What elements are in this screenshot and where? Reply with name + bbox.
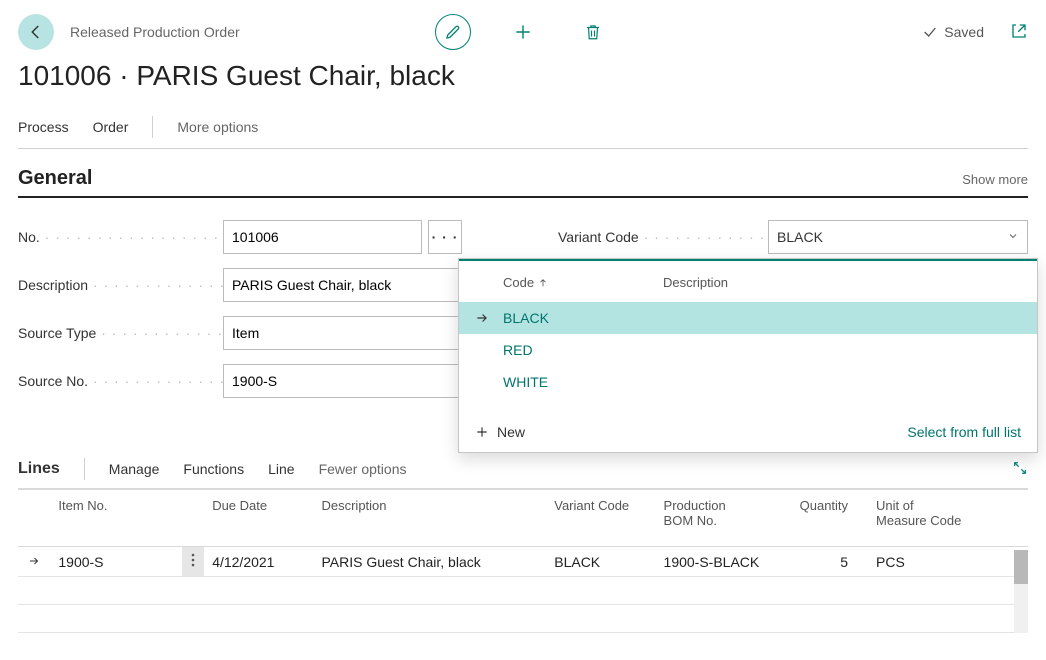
dropdown-option-code: WHITE xyxy=(503,374,663,390)
top-bar: Released Production Order Saved xyxy=(18,8,1028,56)
menu-separator xyxy=(152,116,153,138)
lookup-no-button[interactable]: · · · xyxy=(428,220,462,254)
save-status: Saved xyxy=(922,24,984,40)
arrow-left-icon xyxy=(27,23,45,41)
back-button[interactable] xyxy=(18,14,54,50)
page-type-label: Released Production Order xyxy=(70,24,240,40)
lines-title: Lines xyxy=(18,460,60,478)
save-status-text: Saved xyxy=(944,24,984,40)
cell-quantity[interactable]: 5 xyxy=(787,547,868,577)
dropdown-option-code: BLACK xyxy=(503,310,663,326)
expand-icon xyxy=(1012,460,1028,476)
show-more-link[interactable]: Show more xyxy=(962,172,1028,187)
plus-icon xyxy=(513,22,533,42)
general-section-header: General Show more xyxy=(18,167,1028,198)
cell-item-no[interactable]: 1900-S xyxy=(50,547,182,577)
col-variant-code[interactable]: Variant Code xyxy=(546,490,655,547)
dropdown-header-description[interactable]: Description xyxy=(663,275,728,290)
scrollbar-thumb[interactable] xyxy=(1014,550,1028,584)
table-row[interactable] xyxy=(18,605,1028,633)
edit-button[interactable] xyxy=(435,14,471,50)
cell-uom[interactable]: PCS xyxy=(868,547,1010,577)
lines-toolbar: Lines Manage Functions Line Fewer option… xyxy=(18,450,1028,489)
input-source-type[interactable] xyxy=(223,316,483,350)
dropdown-header-code[interactable]: Code xyxy=(503,275,663,290)
cell-variant-code[interactable]: BLACK xyxy=(546,547,655,577)
col-uom[interactable]: Unit of Measure Code xyxy=(868,490,1010,547)
popout-button[interactable] xyxy=(1010,22,1028,43)
lines-manage[interactable]: Manage xyxy=(109,461,160,477)
label-variant-code: Variant Code xyxy=(558,229,768,245)
menu-order[interactable]: Order xyxy=(93,119,129,135)
cell-description[interactable]: PARIS Guest Chair, black xyxy=(313,547,546,577)
menu-process[interactable]: Process xyxy=(18,119,69,135)
lines-expand-button[interactable] xyxy=(1012,460,1028,479)
col-quantity[interactable]: Quantity xyxy=(787,490,868,547)
cell-due-date[interactable]: 4/12/2021 xyxy=(204,547,313,577)
lines-separator xyxy=(84,458,85,480)
pencil-icon xyxy=(444,23,462,41)
menu-more-options[interactable]: More options xyxy=(177,119,258,135)
trash-icon xyxy=(584,23,602,41)
lines-fewer-options[interactable]: Fewer options xyxy=(319,461,407,477)
sort-asc-icon xyxy=(538,278,548,288)
delete-button[interactable] xyxy=(575,14,611,50)
check-icon xyxy=(922,24,938,40)
dropdown-option[interactable]: WHITE xyxy=(459,366,1037,398)
page-title: 101006 · PARIS Guest Chair, black xyxy=(18,60,1028,92)
dropdown-select-full-list[interactable]: Select from full list xyxy=(907,424,1021,440)
table-row[interactable] xyxy=(18,577,1028,605)
new-button[interactable] xyxy=(505,14,541,50)
label-no: No. xyxy=(18,229,223,245)
row-indicator-icon xyxy=(18,547,50,577)
dropdown-option[interactable]: RED xyxy=(459,334,1037,366)
chevron-down-icon xyxy=(1007,229,1019,245)
toolbar-center xyxy=(435,14,611,50)
table-row[interactable]: 1900-S 4/12/2021PARIS Guest Chair, blackB… xyxy=(18,547,1028,577)
col-bom-no[interactable]: Production BOM No. xyxy=(656,490,788,547)
input-source-no[interactable] xyxy=(223,364,483,398)
action-menu-bar: Process Order More options xyxy=(18,110,1028,149)
variant-code-value: BLACK xyxy=(777,229,823,245)
col-description[interactable]: Description xyxy=(313,490,546,547)
lines-line[interactable]: Line xyxy=(268,461,294,477)
label-description: Description xyxy=(18,277,223,293)
dropdown-new-button[interactable]: New xyxy=(475,424,525,440)
general-heading: General xyxy=(18,167,92,190)
label-source-type: Source Type xyxy=(18,325,223,341)
popout-icon xyxy=(1010,22,1028,40)
plus-icon xyxy=(475,425,489,439)
toolbar-right: Saved xyxy=(922,22,1028,43)
cell-bom-no[interactable]: 1900-S-BLACK xyxy=(656,547,788,577)
row-menu-button[interactable] xyxy=(182,547,204,577)
col-item-no[interactable]: Item No. xyxy=(50,490,182,547)
lines-grid: Item No. Due Date Description Variant Co… xyxy=(18,489,1028,633)
dropdown-option[interactable]: BLACK xyxy=(459,302,1037,334)
arrow-right-icon xyxy=(475,311,503,325)
input-variant-code[interactable]: BLACK xyxy=(768,220,1028,254)
input-no[interactable] xyxy=(223,220,422,254)
input-description[interactable] xyxy=(223,268,483,302)
dropdown-option-code: RED xyxy=(503,342,663,358)
lines-functions[interactable]: Functions xyxy=(183,461,244,477)
col-due-date[interactable]: Due Date xyxy=(204,490,313,547)
more-vertical-icon xyxy=(191,553,195,567)
label-source-no: Source No. xyxy=(18,373,223,389)
variant-code-dropdown: Code Description BLACK RED WHITE New Selec… xyxy=(458,258,1038,453)
